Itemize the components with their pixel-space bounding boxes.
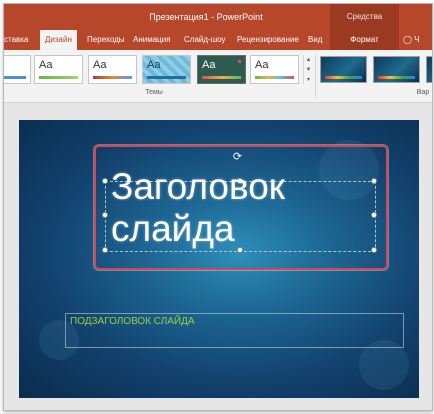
tell-me-text: Ч — [414, 35, 420, 44]
scroll-down-icon[interactable]: ▼ — [304, 65, 313, 75]
scroll-up-icon[interactable]: ▲ — [304, 55, 313, 65]
resize-handle[interactable] — [102, 178, 108, 184]
theme-accent-bar — [39, 76, 78, 79]
design-ribbon: Aa Aa Aa Aa Aa ▲ ▼ ▾ Темы Вар — [4, 50, 432, 103]
variant-accent-bar — [325, 76, 362, 79]
theme-sample-text: Aa — [202, 59, 216, 71]
theme-thumbnail[interactable]: Aa — [142, 55, 191, 84]
theme-sample-text: Aa — [39, 59, 53, 71]
theme-accent-dot — [238, 60, 241, 63]
tab-slideshow[interactable]: Слайд-шоу — [184, 30, 225, 50]
theme-accent-bar — [255, 76, 294, 79]
tab-format[interactable]: Формат — [330, 30, 399, 50]
theme-accent-bar — [93, 76, 132, 79]
slide-editor: ⟳ Заголовок слайда ПОДЗАГОЛОВОК СЛАЙДА — [4, 103, 432, 410]
lightbulb-icon: ◯ — [403, 35, 412, 44]
group-divider — [315, 54, 316, 98]
subtitle-placeholder[interactable]: ПОДЗАГОЛОВОК СЛАЙДА — [65, 313, 404, 348]
slide-canvas[interactable]: ⟳ Заголовок слайда ПОДЗАГОЛОВОК СЛАЙДА — [19, 120, 419, 398]
theme-sample-text: Aa — [147, 59, 161, 71]
theme-accent-bar — [4, 76, 26, 79]
theme-sample-text: Aa — [93, 59, 107, 71]
variants-group-label: Вар — [416, 89, 430, 96]
tab-design[interactable]: Дизайн — [40, 30, 77, 50]
tab-view[interactable]: Вид — [308, 30, 322, 50]
theme-thumbnail[interactable]: Aa — [250, 55, 299, 84]
theme-thumbnail[interactable]: Aa — [34, 55, 83, 84]
variant-thumbnail[interactable] — [320, 56, 367, 83]
gallery-scroll[interactable]: ▲ ▼ ▾ — [303, 55, 313, 84]
theme-accent-bar — [202, 76, 241, 79]
resize-handle[interactable] — [102, 212, 108, 218]
theme-accent-bar — [147, 76, 186, 79]
variant-thumbnail[interactable] — [373, 56, 420, 83]
tab-insert[interactable]: ставка — [4, 30, 28, 50]
powerpoint-window: Презентация1 - PowerPoint Средства рисов… — [3, 3, 433, 411]
resize-handle[interactable] — [102, 247, 108, 253]
ribbon-tabs: ставка Дизайн Переходы Анимация Слайд-шо… — [4, 30, 432, 50]
rotate-icon[interactable]: ⟳ — [232, 152, 243, 163]
variant-accent-bar — [378, 76, 415, 79]
variant-thumbnail[interactable] — [426, 56, 432, 83]
slide-title[interactable]: Заголовок слайда — [111, 166, 381, 250]
slide-subtitle: ПОДЗАГОЛОВОК СЛАЙДА — [70, 316, 195, 327]
tab-animations[interactable]: Анимация — [133, 30, 171, 50]
theme-thumbnail[interactable] — [4, 55, 31, 84]
tab-transitions[interactable]: Переходы — [87, 30, 125, 50]
themes-group-label: Темы — [145, 89, 163, 96]
gallery-more-icon[interactable]: ▾ — [304, 75, 313, 85]
title-bar: Презентация1 - PowerPoint Средства рисов… — [4, 4, 432, 47]
theme-thumbnail[interactable]: Aa — [197, 55, 246, 84]
drawing-tools-header: Средства рисования — [330, 4, 399, 47]
tell-me-box[interactable]: ◯ Ч — [403, 30, 420, 50]
theme-sample-text: Aa — [255, 59, 269, 71]
tab-review[interactable]: Рецензирование — [237, 30, 299, 50]
theme-thumbnail[interactable]: Aa — [88, 55, 137, 84]
